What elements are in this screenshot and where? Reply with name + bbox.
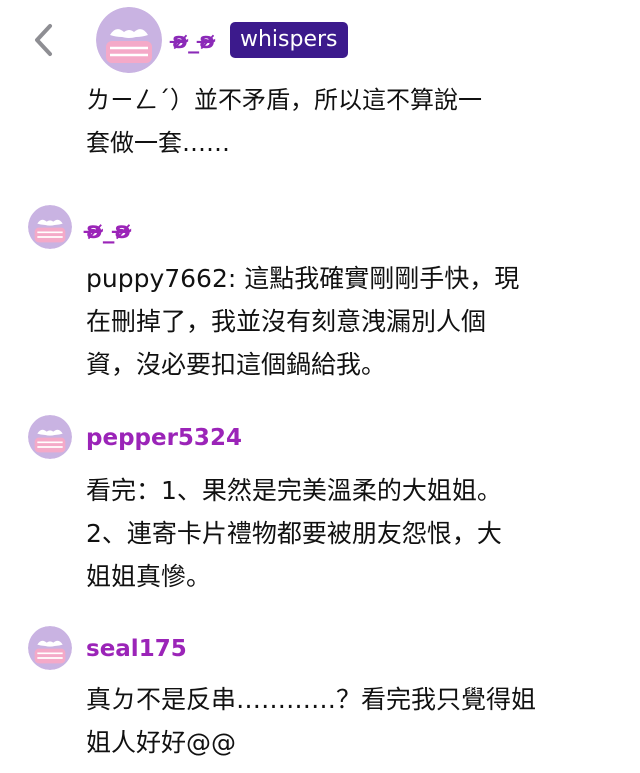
comment-text: 看完：1、果然是完美溫柔的大姐姐。 2、連寄卡片禮物都要被朋友怨恨，大 姐姐真慘…	[86, 469, 611, 598]
masked-face-avatar-icon	[96, 7, 162, 73]
comment-line: 真ㄉ不是反串…………？看完我只覺得姐	[86, 685, 537, 714]
masked-face-avatar-icon	[28, 415, 72, 459]
comment-text: 真ㄉ不是反串…………？看完我只覺得姐 姐人好好@@	[86, 678, 611, 764]
back-button[interactable]	[28, 20, 58, 60]
author-avatar[interactable]	[96, 7, 162, 73]
comment-line: 姐人好好@@	[86, 728, 237, 757]
post-content-tail: ㄌㄧㄝˋ 很相我的人不熟了（ˊ ㄌㄧㄥˊ）並不矛盾，所以這不算說一 套做一套……	[86, 54, 616, 165]
comment-line: puppy7662: 這點我確實剛剛手快，現	[86, 264, 520, 293]
comment-line: 資，沒必要扣這個鍋給我。	[86, 350, 387, 379]
masked-face-avatar-icon	[28, 205, 72, 249]
post-header: ʚ̴̶̷̷_ʚ̴̶̷̷ whispers	[0, 0, 640, 73]
commenter-name[interactable]: seal175	[86, 636, 187, 662]
comment-text: puppy7662: 這點我確實剛剛手快，現 在刪掉了，我並沒有刻意洩漏別人個 …	[86, 257, 611, 386]
masked-face-avatar-icon	[28, 626, 72, 670]
commenter-name[interactable]: ʚ̴̶̷̷_ʚ̴̶̷̷	[86, 218, 131, 244]
post-line-2: ㄌㄧㄥˊ）並不矛盾，所以這不算說一	[86, 86, 482, 114]
post-line-3: 套做一套……	[86, 129, 230, 157]
commenter-avatar[interactable]	[28, 626, 72, 670]
author-name[interactable]: ʚ̴̶̷̷_ʚ̴̶̷̷	[172, 29, 215, 54]
commenter-name[interactable]: pepper5324	[86, 425, 242, 451]
chevron-left-icon	[35, 24, 52, 56]
comment-line: 看完：1、果然是完美溫柔的大姐姐。	[86, 476, 502, 505]
comment-line: 姐姐真慘。	[86, 562, 212, 591]
comment-line: 2、連寄卡片禮物都要被朋友怨恨，大	[86, 519, 502, 548]
comment-line: 在刪掉了，我並沒有刻意洩漏別人個	[86, 307, 487, 336]
whispers-badge[interactable]: whispers	[230, 22, 348, 58]
commenter-avatar[interactable]	[28, 415, 72, 459]
commenter-avatar[interactable]	[28, 205, 72, 249]
